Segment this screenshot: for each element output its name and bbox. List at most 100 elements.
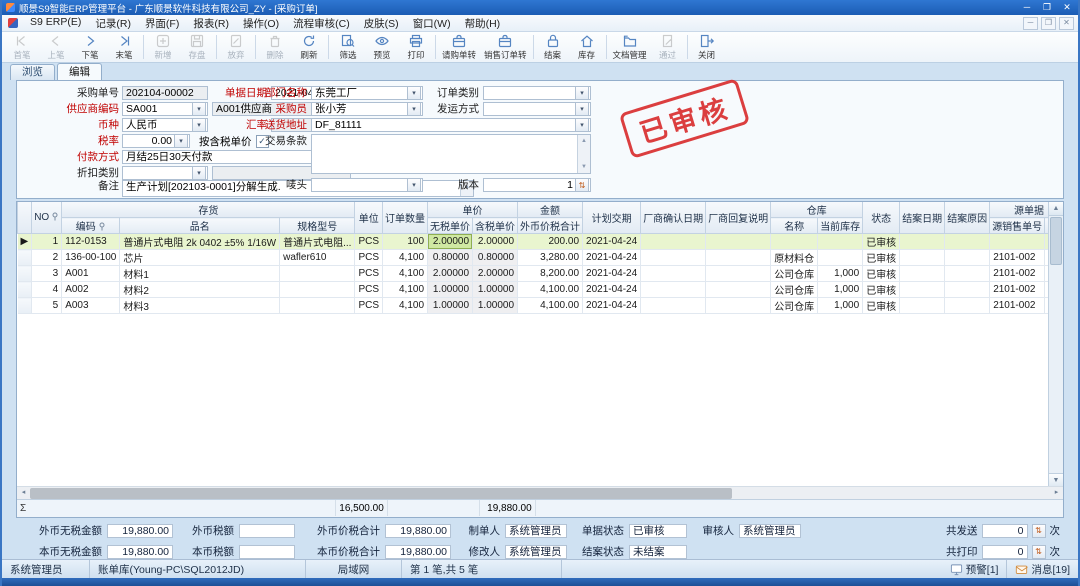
current-row-indicator[interactable]: ▶ [18, 234, 32, 250]
grid-cell[interactable]: A002 [62, 282, 120, 298]
version-field[interactable]: 1⇅ [483, 178, 591, 192]
discount-field[interactable]: ▾ [122, 166, 208, 180]
grid-cell[interactable]: 4,100 [383, 250, 428, 266]
grid-cell[interactable] [900, 282, 945, 298]
group-inventory-header[interactable]: 存货 [62, 202, 355, 218]
toolbar-button-refresh[interactable]: 刷新 [292, 32, 326, 62]
toolbar-button-transfer[interactable]: 销售订单转 [480, 32, 531, 62]
grid-row[interactable]: ▶1112-0153普通片式电阻 2k 0402 ±5% 1/16W普通片式电阻… [18, 234, 1064, 250]
group-warehouse-header[interactable]: 仓库 [771, 202, 863, 218]
chevron-down-icon[interactable]: ▾ [192, 102, 206, 116]
grid-cell[interactable] [641, 298, 706, 314]
toolbar-button-preview[interactable]: 预览 [365, 32, 399, 62]
chevron-down-icon[interactable]: ▾ [575, 102, 589, 116]
grid-cell[interactable]: 材料2 [120, 282, 280, 298]
grid-cell[interactable]: 2101-002 [990, 250, 1045, 266]
grid-cell[interactable]: 2.00000 [428, 266, 473, 282]
scrollbar-thumb[interactable] [1050, 217, 1062, 265]
grid-cell[interactable]: A001 [62, 266, 120, 282]
grid-cell[interactable] [818, 234, 863, 250]
grid-cell[interactable] [900, 234, 945, 250]
col-confirm-header[interactable]: 厂商确认日期 [641, 202, 706, 234]
group-amount-header[interactable]: 金额 [518, 202, 583, 218]
grid-cell[interactable]: 1.00000 [473, 298, 518, 314]
tab-edit[interactable]: 编辑 [57, 63, 102, 80]
grid-cell[interactable]: 4 [32, 282, 62, 298]
terms-textarea[interactable]: ▲▼ [311, 134, 591, 174]
grid-cell[interactable]: 原材料仓 [771, 250, 818, 266]
toolbar-button-stock[interactable]: 库存 [570, 32, 604, 62]
col-src-sales-header[interactable]: 源销售单号 [990, 218, 1045, 234]
grid-cell[interactable]: 2101-002 [990, 282, 1045, 298]
row-indicator[interactable] [18, 250, 32, 266]
menu-item-4[interactable]: 报表(R) [186, 15, 236, 32]
grid-cell[interactable] [945, 250, 990, 266]
mdi-restore-button[interactable]: ❐ [1041, 17, 1056, 30]
grid-cell[interactable] [945, 282, 990, 298]
grid-cell[interactable]: 2101-002 [990, 266, 1045, 282]
grid-cell[interactable]: 材料1 [120, 266, 280, 282]
toolbar-button-docs[interactable]: 文档管理 [609, 32, 651, 62]
restore-button[interactable]: ❐ [1040, 2, 1054, 13]
toolbar-button-filter[interactable]: 筛选 [331, 32, 365, 62]
group-price-header[interactable]: 单价 [428, 202, 518, 218]
grid-cell[interactable]: 8,200.00 [518, 266, 583, 282]
grid-cell[interactable] [706, 282, 771, 298]
grid-cell[interactable]: 已审核 [863, 298, 900, 314]
grid-cell[interactable]: A003 [62, 298, 120, 314]
spinner-icon[interactable]: ⇅ [575, 178, 589, 192]
toolbar-button-last[interactable]: 末笔 [107, 32, 141, 62]
grid-cell[interactable]: 已审核 [863, 234, 900, 250]
grid-row[interactable]: 2136-00-100芯片wafler610PCS4,1000.800000.8… [18, 250, 1064, 266]
grid-cell[interactable]: 0.80000 [473, 250, 518, 266]
grid-cell[interactable]: 2101-002 [990, 298, 1045, 314]
menu-item-9[interactable]: 帮助(H) [458, 15, 508, 32]
grid-row[interactable]: 5A003材料3PCS4,1001.000001.000004,100.0020… [18, 298, 1064, 314]
col-stock-header[interactable]: 当前库存 [818, 218, 863, 234]
dept-field[interactable]: 东莞工厂▾ [311, 86, 423, 100]
mdi-minimize-button[interactable]: ─ [1023, 17, 1038, 30]
col-price-ex-header[interactable]: 无税单价 [428, 218, 473, 234]
grid-cell[interactable] [706, 266, 771, 282]
grid-cell[interactable]: PCS [355, 298, 383, 314]
scroll-arrows-icon[interactable]: ▲▼ [577, 135, 590, 173]
col-price-inc-header[interactable]: 含税单价 [473, 218, 518, 234]
grid-cell[interactable]: 2 [32, 250, 62, 266]
chevron-down-icon[interactable]: ▾ [575, 118, 589, 132]
col-amount-header[interactable]: 外币价税合计 [518, 218, 583, 234]
grid-cell[interactable] [900, 298, 945, 314]
grid-cell[interactable] [945, 298, 990, 314]
row-indicator[interactable] [18, 298, 32, 314]
grid-cell[interactable]: 普通片式电阻 2k 0402 ±5% 1/16W [120, 234, 280, 250]
col-code-header[interactable]: 编码 [62, 218, 120, 234]
chevron-down-icon[interactable]: ▾ [174, 134, 188, 148]
grid-cell[interactable]: 1.00000 [428, 282, 473, 298]
col-close-reason-header[interactable]: 结案原因 [945, 202, 990, 234]
grid-row[interactable]: 3A001材料1PCS4,1002.000002.000008,200.0020… [18, 266, 1064, 282]
chevron-down-icon[interactable]: ▾ [407, 102, 421, 116]
chevron-down-icon[interactable]: ▾ [192, 166, 206, 180]
grid-cell[interactable]: 1.00000 [473, 282, 518, 298]
grid-cell[interactable]: 2021-04-24 [583, 282, 641, 298]
grid-cell[interactable]: 公司仓库 [771, 298, 818, 314]
ship-method-field[interactable]: ▾ [483, 102, 591, 116]
grid-cell[interactable] [771, 234, 818, 250]
grid-cell[interactable]: 100 [383, 234, 428, 250]
currency-field[interactable]: 人民币▾ [122, 118, 208, 132]
grid-cell[interactable]: 1 [32, 234, 62, 250]
col-status-header[interactable]: 状态 [863, 202, 900, 234]
col-name-header[interactable]: 品名 [120, 218, 280, 234]
minimize-button[interactable]: ─ [1020, 2, 1034, 13]
chevron-down-icon[interactable]: ▾ [192, 118, 206, 132]
grid-cell[interactable]: 1,000 [818, 298, 863, 314]
grid-cell[interactable]: 2021-04-24 [583, 266, 641, 282]
grid-cell[interactable] [945, 266, 990, 282]
menu-item-1[interactable]: S9 ERP(E) [23, 15, 88, 32]
col-close-date-header[interactable]: 结案日期 [900, 202, 945, 234]
grid-cell[interactable] [706, 298, 771, 314]
spinner-icon[interactable]: ⇅ [1032, 524, 1046, 538]
tab-browse[interactable]: 浏览 [10, 64, 55, 80]
toolbar-button-exit[interactable]: 关闭 [690, 32, 724, 62]
grid-cell[interactable]: 1.00000 [428, 298, 473, 314]
grid-cell[interactable]: 2.00000 [473, 234, 518, 250]
